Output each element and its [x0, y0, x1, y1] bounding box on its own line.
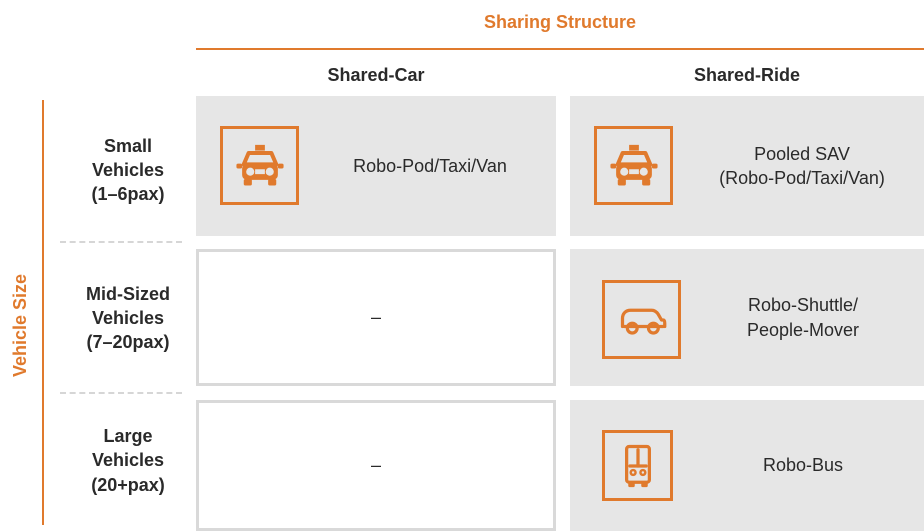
cell-text-large-shared-car: –	[370, 455, 381, 475]
row-divider-1	[60, 241, 182, 243]
cell-small-shared-ride: Pooled SAV (Robo-Pod/Taxi/Van)	[570, 96, 924, 236]
cell-text-large-shared-ride: Robo-Bus	[762, 455, 844, 476]
shuttle-icon	[602, 280, 681, 359]
column-header-shared-ride: Shared-Ride	[693, 64, 801, 85]
cell-text-mid-shared-ride: Robo-Shuttle/ People-Mover	[746, 295, 860, 340]
row-divider-2	[60, 392, 182, 394]
column-header-shared-car: Shared-Car	[327, 64, 425, 85]
cell-large-shared-ride: Robo-Bus	[570, 400, 924, 531]
taxi-icon	[594, 126, 673, 205]
cell-text-mid-shared-car: –	[370, 307, 381, 327]
bus-icon	[602, 430, 673, 501]
row-label-mid-sized-vehicles: Mid-Sized Vehicles (7–20pax)	[62, 248, 194, 388]
row-label-line: Vehicles	[91, 450, 165, 471]
cell-text-small-shared-car: Robo-Pod/Taxi/Van	[353, 155, 507, 176]
cell-large-shared-car: –	[196, 400, 556, 531]
row-label-large-vehicles: Large Vehicles (20+pax)	[62, 398, 194, 523]
sharing-structure-underline	[196, 48, 924, 50]
row-label-line: (1–6pax)	[91, 184, 165, 205]
vehicle-size-axis-label: Vehicle Size	[0, 265, 42, 385]
cell-mid-shared-ride: Robo-Shuttle/ People-Mover	[570, 249, 924, 386]
vehicle-size-axis-text: Vehicle Size	[10, 273, 31, 377]
row-label-line: Vehicles	[91, 307, 165, 328]
sharing-structure-matrix: Sharing Structure Shared-Car Shared-Ride…	[0, 0, 924, 531]
row-label-small-vehicles: Small Vehicles (1–6pax)	[62, 100, 194, 240]
row-label-line: Large	[103, 426, 153, 447]
taxi-icon	[220, 126, 299, 205]
sharing-structure-title: Sharing Structure	[483, 11, 637, 32]
cell-mid-shared-car: –	[196, 249, 556, 386]
row-label-line: (20+pax)	[91, 474, 165, 495]
row-label-line: Mid-Sized	[86, 283, 170, 304]
cell-small-shared-car: Robo-Pod/Taxi/Van	[196, 96, 556, 236]
row-label-line: Vehicles	[91, 159, 165, 180]
row-label-line: (7–20pax)	[86, 332, 170, 353]
cell-text-small-shared-ride: Pooled SAV (Robo-Pod/Taxi/Van)	[719, 143, 885, 188]
vehicle-size-axis-line	[42, 100, 44, 525]
row-label-line: Small	[103, 135, 153, 156]
